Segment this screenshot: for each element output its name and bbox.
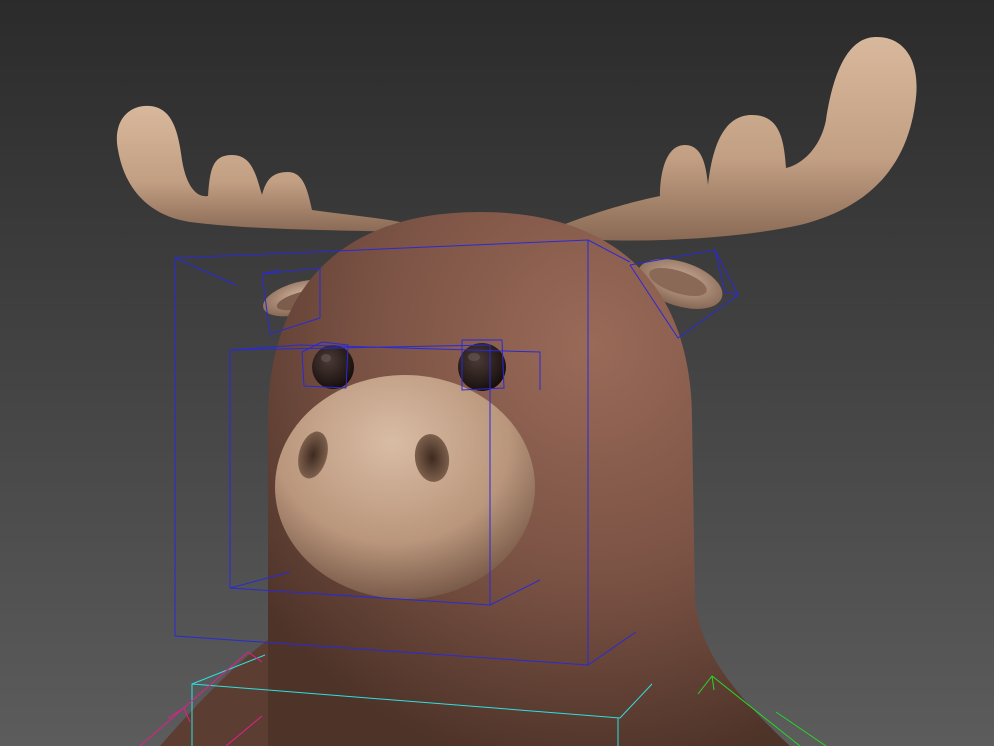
3d-viewport[interactable] bbox=[0, 0, 994, 746]
moose-snout[interactable] bbox=[275, 375, 535, 599]
viewport-canvas[interactable] bbox=[0, 0, 994, 746]
